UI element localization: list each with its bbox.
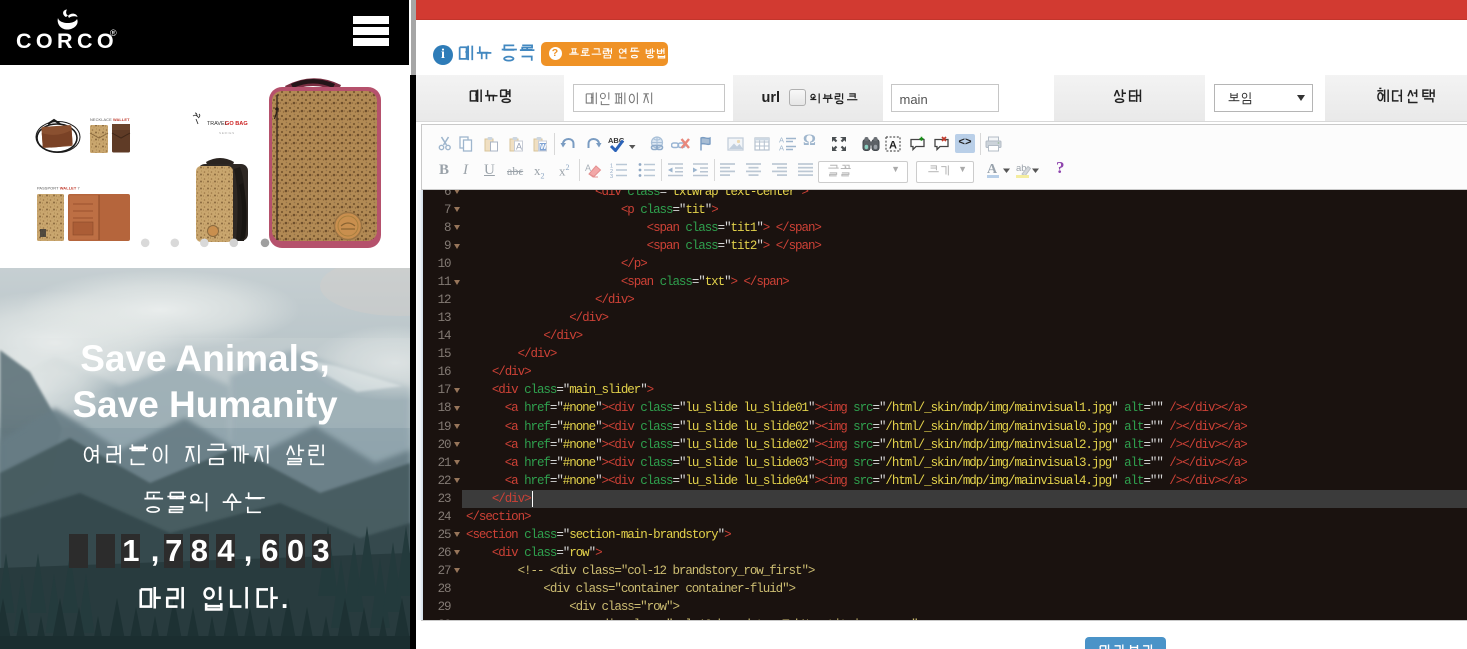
svg-text:GO BAG: GO BAG (225, 121, 248, 127)
svg-text:.: . (281, 584, 288, 614)
svg-text:A: A (585, 163, 591, 173)
svg-text:A: A (987, 162, 998, 177)
svg-text:A: A (889, 140, 897, 152)
svg-text:S E R I E S: S E R I E S (219, 131, 234, 135)
svg-text:A: A (779, 144, 784, 153)
svg-text:3: 3 (610, 174, 613, 178)
svg-text:PASSPORT WALLET 7: PASSPORT WALLET 7 (37, 186, 80, 191)
svg-text:NECKLACE WALLET: NECKLACE WALLET (90, 117, 130, 122)
svg-text:A: A (516, 142, 522, 152)
svg-text:W: W (540, 144, 547, 151)
